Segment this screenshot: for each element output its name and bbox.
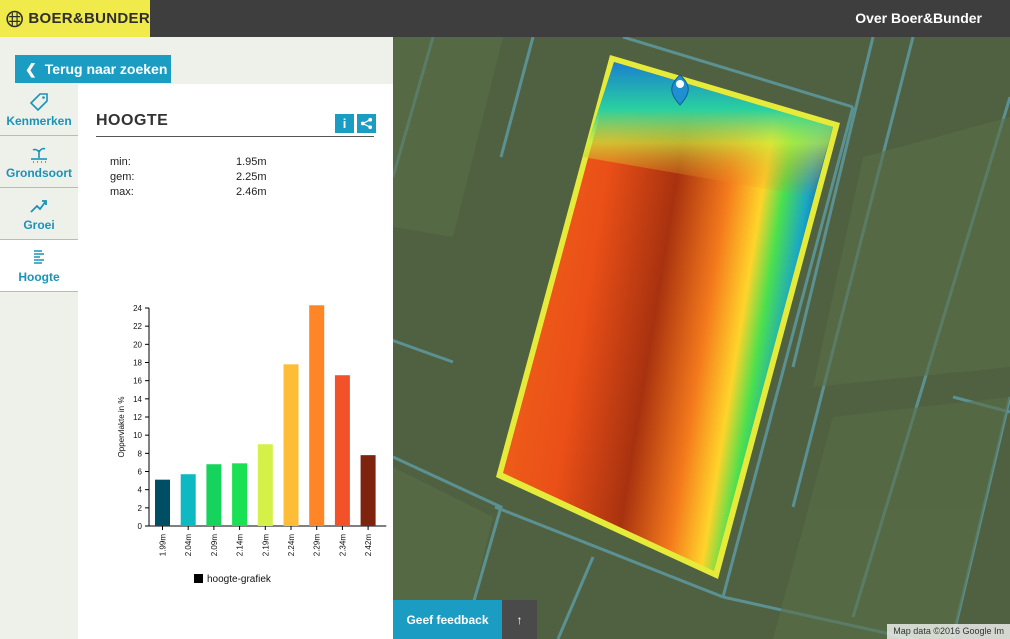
stat-label: gem: bbox=[110, 171, 135, 183]
y-tick-label: 6 bbox=[138, 468, 143, 477]
x-tick-label: 2.29m bbox=[313, 534, 322, 557]
x-tick-label: 2.09m bbox=[210, 534, 219, 557]
info-icon: i bbox=[342, 116, 347, 131]
logo-icon bbox=[6, 10, 23, 27]
x-tick-label: 2.14m bbox=[236, 534, 245, 557]
back-button-label: Terug naar zoeken bbox=[44, 61, 168, 77]
chart-bar bbox=[180, 474, 196, 526]
chart-bar bbox=[232, 463, 248, 526]
stat-value: 2.25m bbox=[236, 171, 267, 183]
tag-icon bbox=[29, 92, 48, 111]
x-tick-label: 1.99m bbox=[159, 534, 168, 557]
y-tick-label: 20 bbox=[133, 340, 142, 349]
y-tick-label: 24 bbox=[133, 304, 142, 313]
y-tick-label: 16 bbox=[133, 377, 142, 386]
stat-row: gem: 2.25m bbox=[110, 171, 267, 186]
about-link[interactable]: Over Boer&Bunder bbox=[855, 10, 982, 26]
chart-bar bbox=[309, 305, 325, 526]
legend-label: hoogte-grafiek bbox=[207, 574, 272, 585]
satellite-map[interactable] bbox=[393, 37, 1010, 639]
trend-icon bbox=[30, 199, 47, 213]
chart-bar bbox=[360, 455, 376, 526]
top-bar: BOER&BUNDER Over Boer&Bunder bbox=[0, 0, 1010, 37]
hoogte-panel: HOOGTE i min: 1.95m gem: 2.25m max: 2.46m 0… bbox=[78, 84, 393, 639]
nav-item-grondsoort[interactable]: Grondsoort bbox=[0, 136, 78, 188]
sprout-icon bbox=[31, 147, 47, 163]
stat-row: max: 2.46m bbox=[110, 186, 267, 201]
y-tick-label: 0 bbox=[138, 522, 143, 531]
back-to-search-button[interactable]: ❮ Terug naar zoeken bbox=[15, 55, 171, 83]
legend-swatch bbox=[194, 574, 203, 583]
nav-item-label: Kenmerken bbox=[6, 113, 72, 128]
stats-list: min: 1.95m gem: 2.25m max: 2.46m bbox=[110, 156, 267, 201]
stat-value: 1.95m bbox=[236, 156, 267, 168]
x-tick-label: 2.42m bbox=[364, 534, 373, 557]
stat-label: max: bbox=[110, 186, 134, 198]
stat-value: 2.46m bbox=[236, 186, 267, 198]
y-tick-label: 22 bbox=[133, 322, 142, 331]
x-tick-label: 2.34m bbox=[338, 534, 347, 557]
chart-bar bbox=[206, 464, 222, 526]
logo[interactable]: BOER&BUNDER bbox=[0, 0, 150, 37]
nav-item-label: Hoogte bbox=[18, 269, 60, 284]
x-tick-label: 2.24m bbox=[287, 534, 296, 557]
chart-bar bbox=[334, 375, 350, 526]
nav-item-label: Groei bbox=[23, 217, 55, 232]
y-tick-label: 14 bbox=[133, 395, 142, 404]
chevron-left-icon: ❮ bbox=[25, 60, 37, 77]
chart-bar bbox=[283, 364, 299, 526]
info-button[interactable]: i bbox=[335, 114, 354, 133]
y-tick-label: 4 bbox=[138, 486, 143, 495]
section-divider bbox=[96, 136, 374, 137]
y-tick-label: 10 bbox=[133, 431, 142, 440]
x-tick-label: 2.04m bbox=[184, 534, 193, 557]
side-nav: Kenmerken Grondsoort Groei Hoogte bbox=[0, 84, 78, 292]
height-histogram: 024681012141618202224Oppervlakte in %1.9… bbox=[117, 304, 387, 585]
y-axis-label: Oppervlakte in % bbox=[117, 397, 126, 458]
share-button[interactable] bbox=[357, 114, 376, 133]
nav-item-hoogte[interactable]: Hoogte bbox=[0, 240, 78, 292]
nav-item-kenmerken[interactable]: Kenmerken bbox=[0, 84, 78, 136]
nav-item-groei[interactable]: Groei bbox=[0, 188, 78, 240]
y-tick-label: 18 bbox=[133, 359, 142, 368]
logo-text: BOER&BUNDER bbox=[28, 10, 150, 27]
y-tick-label: 12 bbox=[133, 413, 142, 422]
stat-label: min: bbox=[110, 156, 131, 168]
scroll-up-button[interactable]: ↑ bbox=[502, 600, 537, 639]
left-panel: ❮ Terug naar zoeken Kenmerken Grondsoort… bbox=[0, 37, 393, 639]
layers-icon bbox=[34, 249, 44, 264]
chart-bar bbox=[257, 444, 273, 526]
section-title: HOOGTE bbox=[96, 112, 169, 129]
map-attribution: Map data ©2016 Google Im bbox=[887, 624, 1010, 639]
stat-row: min: 1.95m bbox=[110, 156, 267, 171]
chart-bar bbox=[155, 479, 170, 526]
x-tick-label: 2.19m bbox=[261, 534, 270, 557]
y-tick-label: 2 bbox=[138, 504, 143, 513]
share-icon bbox=[360, 117, 373, 130]
y-tick-label: 8 bbox=[138, 449, 143, 458]
feedback-button[interactable]: Geef feedback bbox=[393, 600, 502, 639]
nav-item-label: Grondsoort bbox=[6, 165, 72, 180]
